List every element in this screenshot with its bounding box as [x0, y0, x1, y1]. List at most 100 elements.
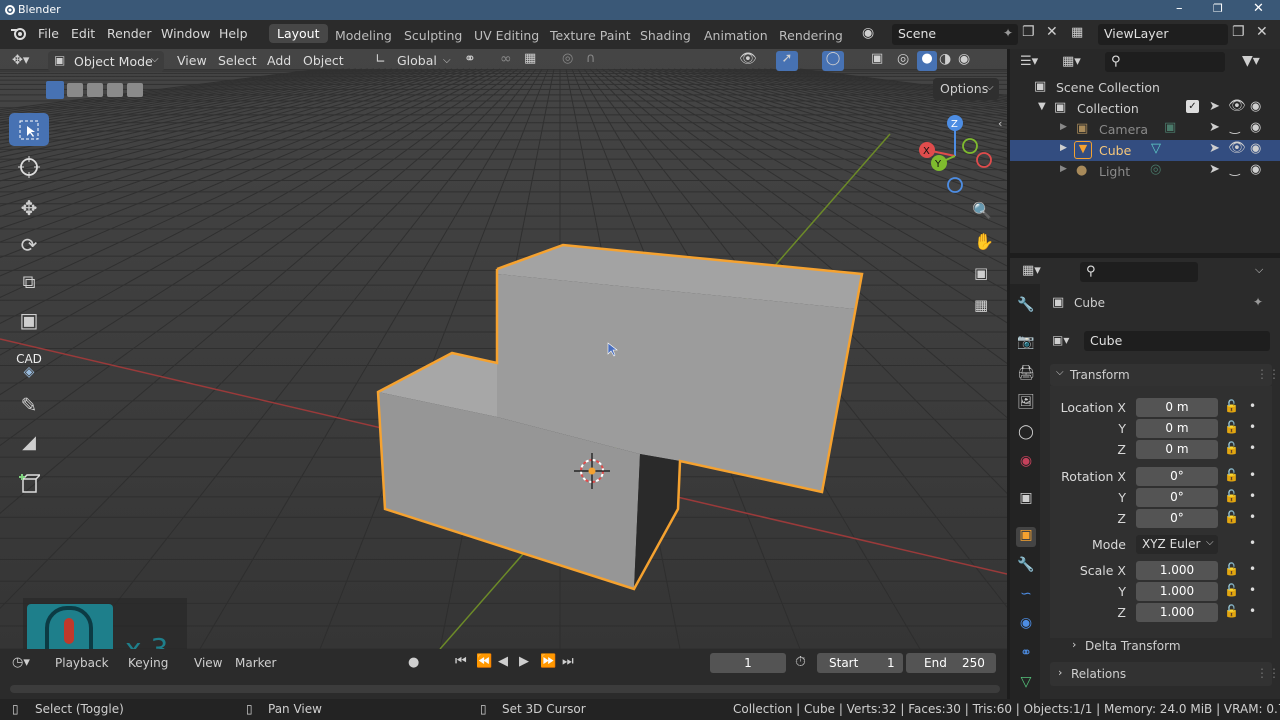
current-frame-field[interactable]: 1	[710, 653, 786, 673]
editor-type-icon[interactable]: ✥▾	[12, 53, 29, 68]
expand-icon[interactable]: ▶	[1060, 122, 1067, 132]
checkbox-icon[interactable]: ✓	[1186, 100, 1199, 113]
lock-icon[interactable]: 🔓	[1224, 583, 1239, 597]
navigation-gizmo[interactable]: Z X Y	[912, 113, 998, 199]
tool-cad[interactable]: CAD ◈	[9, 349, 49, 382]
select-extend-icon[interactable]	[67, 83, 83, 97]
selectable-icon[interactable]: ➤	[1209, 162, 1220, 177]
outliner-row-light[interactable]: ▶ ● Light ◎ ➤ ‿ ◉	[1010, 161, 1280, 182]
rotation-mode-dropdown[interactable]: XYZ Euler ⌵	[1136, 535, 1218, 554]
play-icon[interactable]: ▶	[519, 654, 529, 669]
scene-browse-icon[interactable]: ◉	[862, 25, 874, 41]
snap-icon[interactable]: ∞	[500, 51, 512, 67]
render-camera-icon[interactable]: ◉	[1250, 141, 1261, 156]
timeline-editor-icon[interactable]: ◷▾	[12, 655, 30, 670]
outliner-editor-icon[interactable]: ☰▾	[1020, 54, 1038, 69]
render-tab-icon[interactable]: 📷	[1016, 334, 1036, 354]
tool-cursor[interactable]	[9, 150, 49, 183]
prev-keyframe-icon[interactable]: ⏪	[476, 654, 492, 669]
view-layer-tab-icon[interactable]: 🖼	[1016, 394, 1036, 414]
timeline-scrubber[interactable]	[10, 685, 1000, 693]
wireframe-shading-icon[interactable]: ◎	[897, 51, 909, 67]
snap-target-icon[interactable]: ▦	[524, 51, 536, 66]
outliner-row-collection[interactable]: ▼ ▣ Collection ✓ ➤ 👁 ◉	[1010, 98, 1280, 119]
outliner-search-input[interactable]: ⚲	[1105, 52, 1225, 72]
falloff-icon[interactable]: ∩	[586, 51, 596, 66]
rendered-shading-icon[interactable]: ◉	[958, 51, 970, 67]
lock-icon[interactable]: 🔓	[1224, 510, 1239, 524]
select-new-icon[interactable]	[46, 81, 64, 99]
lock-icon[interactable]: 🔓	[1224, 399, 1239, 413]
menu-help[interactable]: Help	[219, 26, 248, 41]
viewport-menu-view[interactable]: View	[177, 53, 207, 68]
viewlayer-name-field[interactable]: ViewLayer	[1098, 24, 1228, 45]
remove-scene-icon[interactable]: ✕	[1046, 24, 1058, 40]
record-icon[interactable]: ●	[408, 655, 419, 670]
particles-tab-icon[interactable]: ∽	[1016, 586, 1036, 606]
filter-icon[interactable]: ▼▾	[1242, 53, 1260, 69]
visibility-icon[interactable]: 👁	[739, 51, 757, 67]
tab-rendering[interactable]: Rendering	[779, 28, 843, 43]
tool-measure[interactable]: ◢	[9, 426, 49, 459]
drag-handle-icon[interactable]: ⋮⋮	[1256, 367, 1280, 381]
tab-uv-editing[interactable]: UV Editing	[474, 28, 539, 43]
tab-animation[interactable]: Animation	[704, 28, 768, 43]
tab-layout[interactable]: Layout	[269, 24, 328, 43]
outliner-row-scene-collection[interactable]: ▣ Scene Collection	[1010, 77, 1280, 98]
transform-panel-header[interactable]: ⌵ Transform ⋮⋮	[1050, 364, 1280, 386]
viewport-menu-select[interactable]: Select	[218, 53, 257, 68]
select-invert-icon[interactable]	[107, 83, 123, 97]
pan-hand-icon[interactable]: ✋	[974, 232, 994, 251]
object-name-field[interactable]: Cube	[1084, 331, 1270, 351]
object-datablock-icon[interactable]: ▣▾	[1052, 333, 1069, 347]
keyframe-dot-icon[interactable]: •	[1249, 536, 1256, 550]
lock-icon[interactable]: 🔓	[1224, 420, 1239, 434]
chevron-down-icon[interactable]: ⌵	[1255, 263, 1263, 277]
3d-viewport[interactable]: ✥▾ ▣ Object Mode ⌵ View Select Add Objec…	[0, 49, 1007, 649]
overlay-toggle-icon[interactable]: ◯	[822, 51, 844, 71]
eye-closed-icon[interactable]: ‿	[1230, 120, 1240, 134]
selectable-icon[interactable]: ➤	[1209, 120, 1220, 135]
relations-panel-header[interactable]: › Relations ⋮⋮	[1050, 662, 1280, 686]
output-tab-icon[interactable]: 🖨	[1016, 365, 1036, 385]
tool-add-cube[interactable]	[9, 467, 49, 500]
pin-icon[interactable]: ✦	[1003, 26, 1013, 40]
render-camera-icon[interactable]: ◉	[1250, 162, 1261, 177]
location-z-field[interactable]: 0 m	[1136, 440, 1218, 459]
tab-sculpting[interactable]: Sculpting	[404, 28, 462, 43]
selectable-icon[interactable]: ➤	[1209, 141, 1220, 156]
expand-icon[interactable]: ▶	[1060, 143, 1067, 153]
zoom-icon[interactable]: 🔍	[972, 201, 992, 220]
viewport-menu-object[interactable]: Object	[303, 53, 344, 68]
menu-file[interactable]: File	[38, 26, 59, 41]
keyframe-dot-icon[interactable]: •	[1249, 489, 1256, 503]
tool-annotate[interactable]: ✎	[9, 388, 49, 421]
tab-texture-paint[interactable]: Texture Paint	[550, 28, 631, 43]
tool-rotate[interactable]: ⟳	[9, 228, 49, 261]
proportional-edit-icon[interactable]: ◎	[562, 51, 573, 66]
tool-settings-tab-icon[interactable]: 🔧	[1016, 297, 1036, 317]
stopwatch-icon[interactable]: ⏱	[795, 654, 806, 670]
maximize-icon[interactable]: ❐	[1213, 2, 1223, 15]
render-camera-icon[interactable]: ◉	[1250, 120, 1261, 135]
keyframe-dot-icon[interactable]: •	[1249, 420, 1256, 434]
lock-icon[interactable]: 🔓	[1224, 441, 1239, 455]
pin-icon[interactable]: ✦	[1253, 295, 1263, 309]
keyframe-dot-icon[interactable]: •	[1249, 468, 1256, 482]
grid-view-icon[interactable]: ▦	[974, 296, 988, 314]
select-subtract-icon[interactable]	[87, 83, 103, 97]
keyframe-dot-icon[interactable]: •	[1249, 510, 1256, 524]
object-data-tab-icon[interactable]: ▽	[1016, 674, 1036, 694]
next-keyframe-icon[interactable]: ⏩	[540, 654, 556, 669]
lock-icon[interactable]: 🔓	[1224, 604, 1239, 618]
sidebar-toggle-icon[interactable]: ‹	[998, 117, 1002, 130]
lock-icon[interactable]: 🔓	[1224, 468, 1239, 482]
tab-modeling[interactable]: Modeling	[335, 28, 392, 43]
solid-shading-icon[interactable]: ●	[917, 51, 937, 71]
tool-select-box[interactable]	[9, 113, 49, 146]
collection-tab-icon[interactable]: ▣	[1016, 490, 1036, 510]
rotation-y-field[interactable]: 0°	[1136, 488, 1218, 507]
constraints-tab-icon[interactable]: ⚭	[1016, 645, 1036, 665]
viewlayer-browse-icon[interactable]: ▦	[1071, 25, 1083, 40]
minimize-icon[interactable]: –	[1176, 1, 1183, 16]
